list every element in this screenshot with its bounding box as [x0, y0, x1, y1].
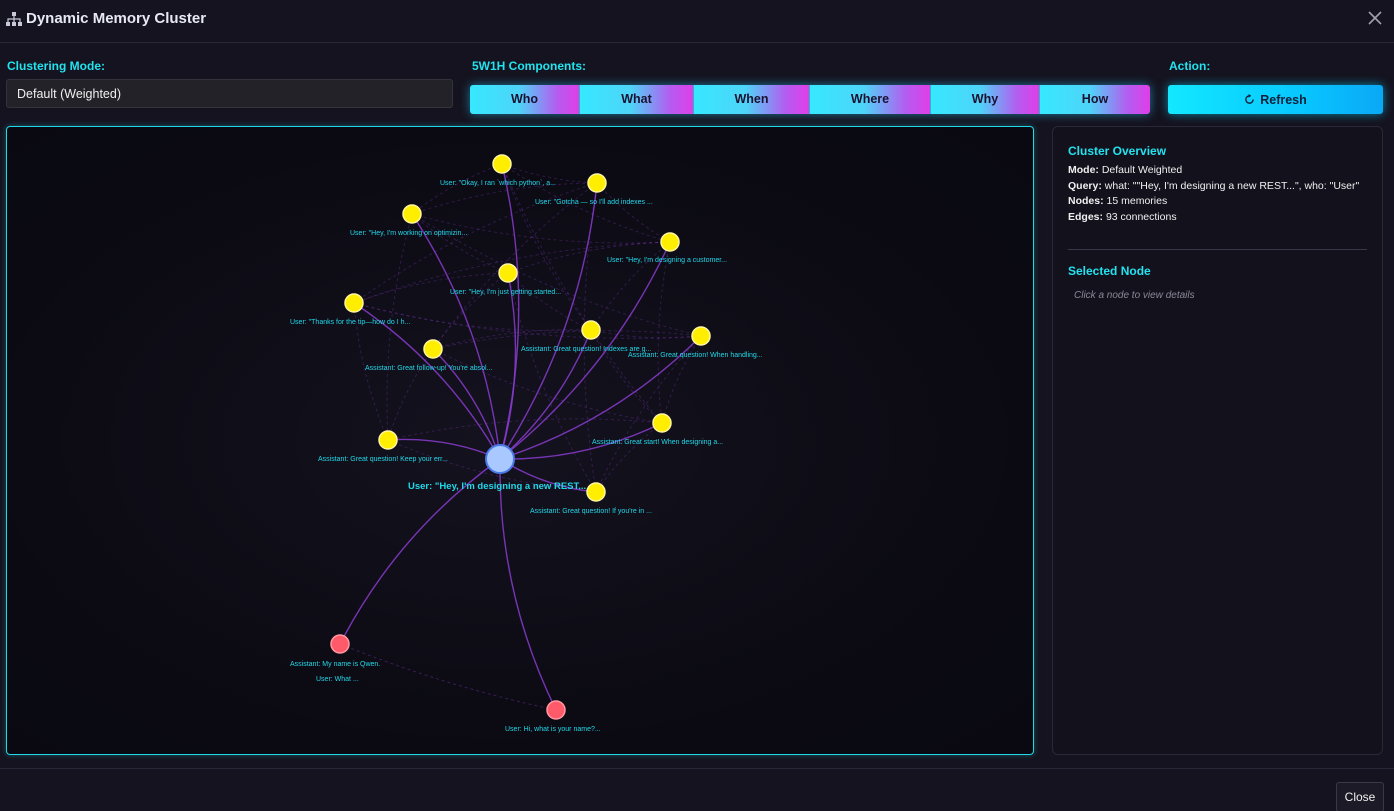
- memory-node[interactable]: [402, 204, 422, 224]
- faint-edge: [387, 418, 663, 441]
- info-panel: Cluster Overview Mode: Default Weighted …: [1052, 126, 1383, 755]
- mode-value: Default Weighted: [1101, 164, 1183, 176]
- component-where-button[interactable]: Where: [810, 85, 931, 114]
- edges-key: Edges:: [1068, 211, 1104, 223]
- node-label: User: "Hey, I'm designing a customer...: [607, 257, 727, 264]
- memory-node[interactable]: [691, 326, 711, 346]
- footer: Close: [0, 768, 1394, 811]
- faint-edge: [339, 643, 557, 711]
- nodes-value: 15 memories: [1106, 195, 1168, 207]
- center-node[interactable]: [485, 444, 515, 474]
- node-label: Assistant: Great question! Keep your err…: [318, 456, 448, 463]
- query-value: what: ""Hey, I'm designing a new REST...…: [1104, 180, 1360, 192]
- faint-edge: [590, 329, 702, 339]
- window-title: Dynamic Memory Cluster: [26, 10, 207, 27]
- memory-node[interactable]: [587, 173, 607, 193]
- center-node-label: User: "Hey, I'm designing a new REST...: [408, 481, 586, 492]
- component-when-button[interactable]: When: [694, 85, 810, 114]
- faint-edge: [353, 272, 509, 304]
- component-why-button[interactable]: Why: [931, 85, 1040, 114]
- node-label: Assistant: Great start! When designing a…: [592, 439, 723, 446]
- nodes-key: Nodes:: [1068, 195, 1104, 207]
- faint-edge: [590, 241, 671, 331]
- memory-node[interactable]: [586, 482, 606, 502]
- refresh-icon: [1245, 94, 1255, 104]
- mode-key: Mode:: [1068, 164, 1099, 176]
- memory-node[interactable]: [546, 700, 566, 720]
- graph-edge: [499, 271, 517, 460]
- sitemap-icon: [6, 12, 22, 26]
- memory-node[interactable]: [660, 232, 680, 252]
- node-label: User: "Thanks for the tip—how do I h...: [290, 319, 410, 326]
- components-label: 5W1H Components:: [472, 59, 586, 73]
- faint-edge: [386, 213, 413, 441]
- clustering-mode-label: Clustering Mode:: [7, 59, 105, 73]
- memory-node[interactable]: [581, 320, 601, 340]
- graph-edge: [499, 458, 557, 712]
- faint-edge: [661, 335, 702, 424]
- memory-node[interactable]: [330, 634, 350, 654]
- overview-query: Query: what: ""Hey, I'm designing a new …: [1068, 180, 1359, 192]
- node-label: User: "Hey, I'm just getting started...: [450, 289, 561, 296]
- memory-node[interactable]: [344, 293, 364, 313]
- component-what-button[interactable]: What: [580, 85, 694, 114]
- selected-node-heading: Selected Node: [1068, 264, 1151, 278]
- node-label: Assistant: Great follow-up! You're absol…: [365, 365, 492, 372]
- memory-node[interactable]: [652, 413, 672, 433]
- overview-nodes: Nodes: 15 memories: [1068, 195, 1167, 207]
- query-key: Query:: [1068, 180, 1102, 192]
- refresh-button[interactable]: Refresh: [1168, 85, 1383, 114]
- node-label: Assistant: Great question! When handling…: [628, 352, 763, 359]
- node-label: User: Hi, what is your name?...: [505, 726, 601, 733]
- cluster-overview-heading: Cluster Overview: [1068, 144, 1167, 158]
- overview-mode: Mode: Default Weighted: [1068, 164, 1182, 176]
- component-who-button[interactable]: Who: [470, 85, 580, 114]
- faint-edge: [411, 163, 503, 215]
- graph-canvas[interactable]: User: "Okay, I ran `which python`, a... U…: [7, 127, 1034, 755]
- node-label: Assistant: Great question! If you're in …: [530, 508, 652, 515]
- memory-node[interactable]: [498, 263, 518, 283]
- faint-edge: [595, 422, 663, 493]
- overview-edges: Edges: 93 connections: [1068, 211, 1177, 223]
- node-label: User: What ...: [316, 676, 359, 683]
- action-label: Action:: [1169, 59, 1211, 73]
- close-button[interactable]: Close: [1336, 782, 1384, 811]
- faint-edge: [590, 329, 663, 424]
- node-label: User: "Hey, I'm working on optimizin...: [350, 230, 467, 237]
- close-icon[interactable]: [1366, 9, 1384, 27]
- divider: [1068, 249, 1367, 250]
- refresh-label: Refresh: [1260, 92, 1307, 107]
- memory-node[interactable]: [378, 430, 398, 450]
- faint-edge: [596, 182, 671, 243]
- edges-value: 93 connections: [1105, 211, 1177, 223]
- cluster-graph[interactable]: User: "Okay, I ran `which python`, a... U…: [6, 126, 1034, 755]
- title-bar: Dynamic Memory Cluster: [0, 0, 1394, 43]
- node-label: User: "Okay, I ran `which python`, a...: [440, 180, 556, 187]
- clustering-mode-select[interactable]: Default (Weighted): [6, 79, 453, 108]
- component-how-button[interactable]: How: [1040, 85, 1150, 114]
- components-button-group: Who What When Where Why How: [470, 85, 1150, 114]
- selected-node-hint: Click a node to view details: [1074, 290, 1195, 301]
- memory-node[interactable]: [423, 339, 443, 359]
- memory-node[interactable]: [492, 154, 512, 174]
- node-label: Assistant: My name is Qwen.: [290, 661, 380, 668]
- node-label: User: "Gotcha — so I'll add indexes ...: [535, 199, 653, 206]
